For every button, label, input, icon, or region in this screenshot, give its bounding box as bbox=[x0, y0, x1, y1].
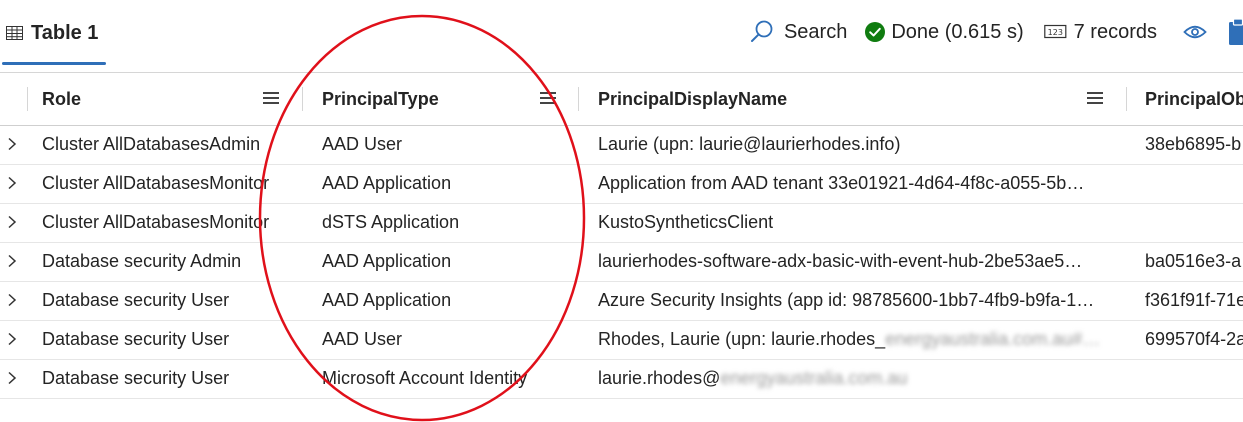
search-icon bbox=[750, 20, 773, 42]
redacted-text: energyaustralia.com.au#… bbox=[885, 329, 1101, 349]
search-button[interactable]: Search bbox=[749, 19, 847, 45]
column-header-principaldisplayname[interactable]: PrincipalDisplayName bbox=[598, 73, 787, 125]
column-header-principalobj[interactable]: PrincipalObj bbox=[1145, 73, 1243, 125]
cell-principal-type: AAD Application bbox=[322, 290, 452, 310]
chevron-right-icon[interactable] bbox=[6, 215, 18, 229]
chevron-right-icon[interactable] bbox=[6, 137, 18, 151]
column-header-role[interactable]: Role bbox=[42, 73, 81, 125]
chevron-right-icon[interactable] bbox=[6, 293, 18, 307]
table-row[interactable]: Database security User AAD Application Azu… bbox=[0, 281, 1243, 321]
cell-principal-display-name: Azure Security Insights (app id: 9878560… bbox=[598, 290, 1095, 310]
grid-header: Role PrincipalType PrincipalDisplayName … bbox=[0, 72, 1243, 126]
column-header-label: Role bbox=[42, 88, 82, 109]
chevron-right-icon[interactable] bbox=[6, 176, 18, 190]
column-divider[interactable] bbox=[27, 87, 28, 111]
cell-role: Database security User bbox=[42, 368, 230, 388]
cell-principal-obj: f361f91f-71e bbox=[1145, 290, 1243, 310]
number-box-icon: 123 bbox=[1043, 24, 1067, 39]
column-divider[interactable] bbox=[1126, 87, 1127, 111]
cell-role: Cluster AllDatabasesAdmin bbox=[42, 134, 261, 154]
cell-role: Cluster AllDatabasesMonitor bbox=[42, 212, 270, 232]
copy-button[interactable] bbox=[1227, 18, 1243, 46]
records-text: 7 records bbox=[1073, 20, 1157, 43]
clipboard-icon bbox=[1229, 18, 1243, 45]
cell-principal-display-name: Application from AAD tenant 33e01921-4d6… bbox=[598, 173, 1085, 193]
eye-icon bbox=[1183, 25, 1207, 39]
active-tab-indicator bbox=[2, 62, 106, 65]
cell-principal-obj bbox=[1145, 359, 1243, 398]
table-icon bbox=[6, 26, 23, 40]
cell-role: Database security Admin bbox=[42, 251, 242, 271]
cell-principal-display-name: Rhodes, Laurie (upn: laurie.rhodes_ energ… bbox=[598, 329, 1101, 349]
tab-label: Table 1 bbox=[31, 21, 99, 44]
hamburger-menu-icon[interactable] bbox=[1087, 92, 1103, 106]
table-row[interactable]: Database security User Microsoft Account … bbox=[0, 359, 1243, 399]
column-header-label: PrincipalDisplayName bbox=[598, 88, 788, 109]
cell-principal-type: AAD Application bbox=[322, 173, 452, 193]
cell-principal-type: AAD Application bbox=[322, 251, 452, 271]
status-text: Done (0.615 s) bbox=[891, 20, 1024, 43]
cell-principal-obj: 38eb6895-b bbox=[1145, 134, 1242, 154]
cell-principal-display-name: Laurie (upn: laurie@laurierhodes.info) bbox=[598, 134, 901, 154]
cell-role: Database security User bbox=[42, 329, 230, 349]
cell-principal-display-name: laurie.rhodes@ energyaustralia.com.au bbox=[598, 368, 908, 388]
table-row[interactable]: Cluster AllDatabasesAdmin AAD User Laurie … bbox=[0, 125, 1243, 165]
column-divider[interactable] bbox=[302, 87, 303, 111]
cell-principal-obj bbox=[1145, 164, 1243, 203]
toolbar-actions: Search Done (0.615 s) 123 7 records bbox=[749, 16, 1243, 48]
chevron-right-icon[interactable] bbox=[6, 254, 18, 268]
column-header-label: PrincipalObj bbox=[1145, 88, 1243, 109]
cell-principal-obj: ba0516e3-a bbox=[1145, 251, 1242, 271]
column-divider[interactable] bbox=[578, 87, 579, 111]
hamburger-menu-icon[interactable] bbox=[540, 92, 556, 106]
number-box-icon-text: 123 bbox=[1047, 28, 1062, 37]
column-header-principaltype[interactable]: PrincipalType bbox=[322, 73, 439, 125]
cell-principal-type: AAD User bbox=[322, 134, 403, 154]
table-row[interactable]: Database security Admin AAD Application la… bbox=[0, 242, 1243, 282]
tab-table-1[interactable]: Table 1 bbox=[6, 18, 98, 48]
cell-role: Database security User bbox=[42, 290, 230, 310]
cell-principal-display-name: KustoSyntheticsClient bbox=[598, 212, 774, 232]
cell-principal-display-name: laurierhodes-software-adx-basic-with-eve… bbox=[598, 251, 1083, 271]
record-count: 123 7 records bbox=[1043, 20, 1157, 44]
chevron-right-icon[interactable] bbox=[6, 371, 18, 385]
table-row[interactable]: Cluster AllDatabasesMonitor AAD Applicati… bbox=[0, 164, 1243, 204]
chevron-right-icon[interactable] bbox=[6, 332, 18, 346]
hamburger-menu-icon[interactable] bbox=[263, 92, 279, 106]
column-header-label: PrincipalType bbox=[322, 88, 439, 109]
redacted-text: energyaustralia.com.au bbox=[720, 368, 908, 388]
cell-principal-type: dSTS Application bbox=[322, 212, 460, 232]
cell-role: Cluster AllDatabasesMonitor bbox=[42, 173, 270, 193]
results-toolbar: Table 1 Search Done (0.615 s) 123 7 reco… bbox=[0, 0, 1243, 66]
table-row[interactable]: Cluster AllDatabasesMonitor dSTS Applicat… bbox=[0, 203, 1243, 243]
cell-principal-obj bbox=[1145, 203, 1243, 242]
cell-principal-type: Microsoft Account Identity bbox=[322, 368, 528, 388]
cell-principal-obj: 699570f4-2a bbox=[1145, 329, 1243, 349]
query-status: Done (0.615 s) bbox=[865, 20, 1024, 44]
check-circle-icon bbox=[865, 22, 886, 42]
search-label: Search bbox=[783, 20, 848, 43]
cell-principal-type: AAD User bbox=[322, 329, 403, 349]
view-button[interactable] bbox=[1183, 24, 1207, 40]
table-row[interactable]: Database security User AAD User Rhodes, La… bbox=[0, 320, 1243, 360]
